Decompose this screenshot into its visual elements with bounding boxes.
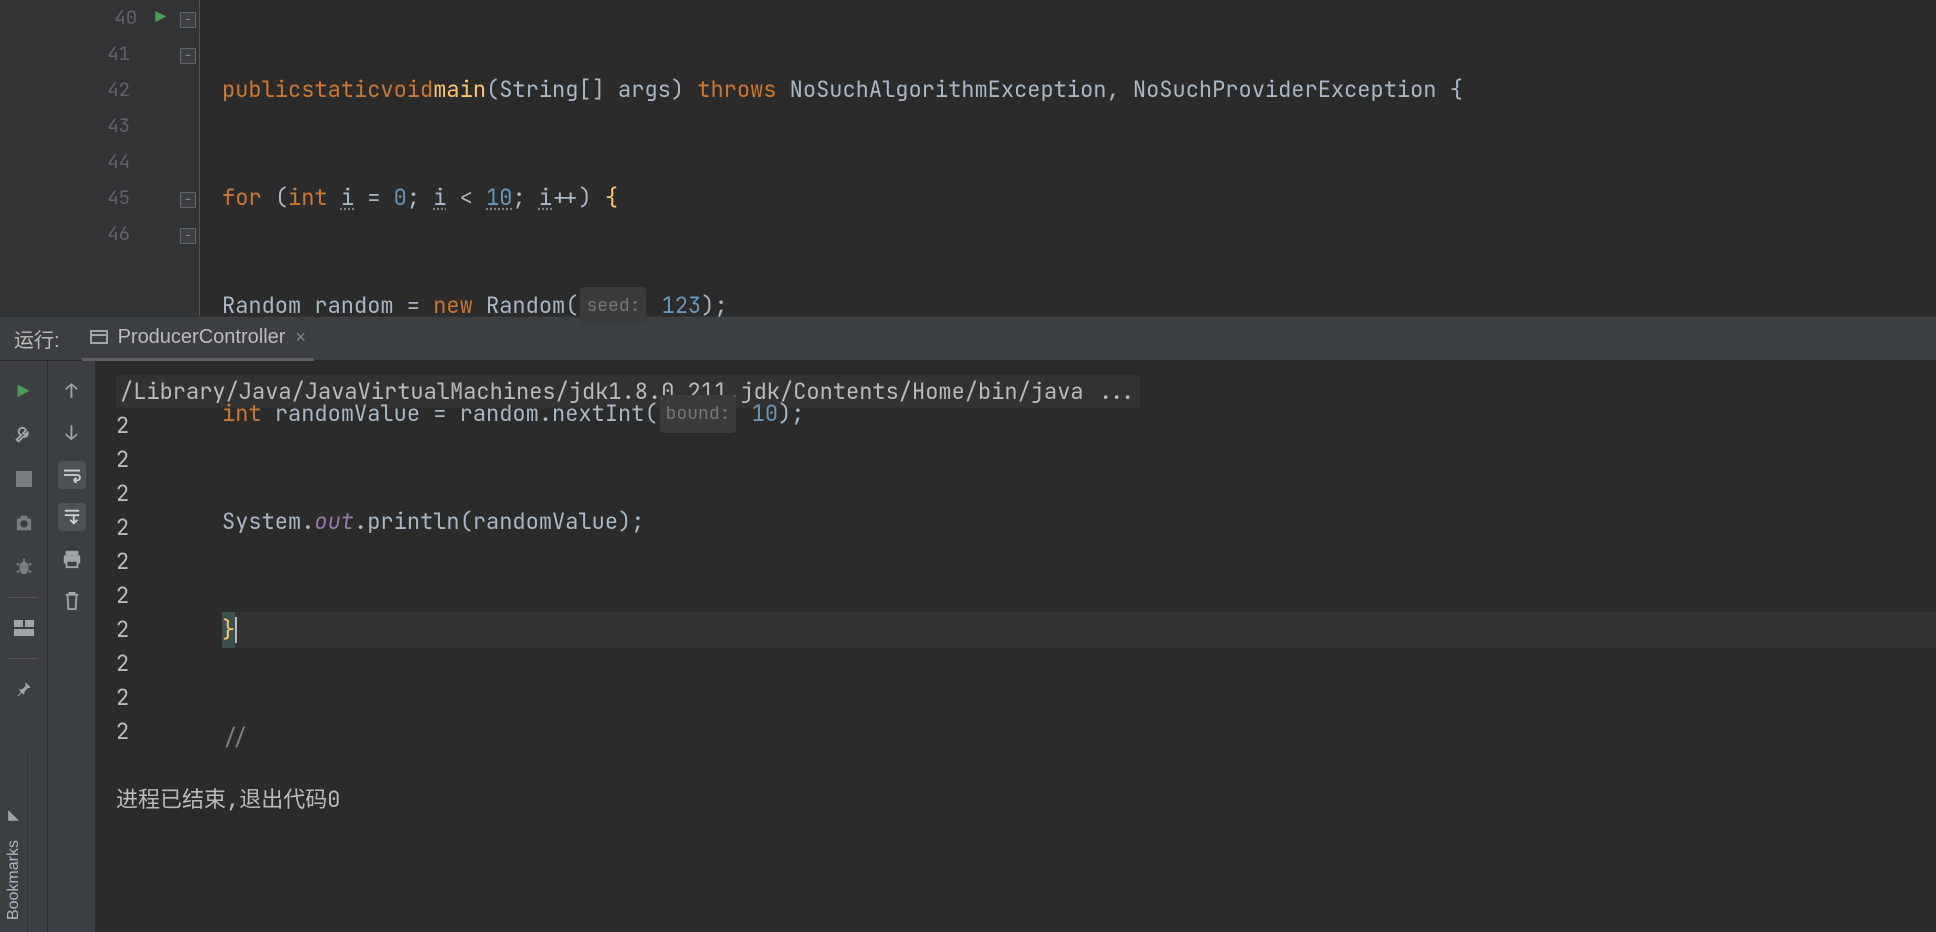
fold-marker-icon[interactable]: − <box>180 228 196 244</box>
line-number: 43 <box>102 108 130 144</box>
run-line-icon[interactable]: ▶ <box>155 0 166 36</box>
text-cursor <box>235 617 237 643</box>
fold-marker-icon[interactable]: − <box>180 192 196 208</box>
wrench-icon[interactable] <box>10 421 38 449</box>
code-line[interactable]: System.out.println(randomValue); <box>222 504 1936 540</box>
gutter-row[interactable]: 45 <box>28 180 176 216</box>
code-line[interactable]: Random random = new Random( seed: 123); <box>222 288 1936 324</box>
run-panel-title: 运行: <box>14 324 60 353</box>
fold-marker-icon[interactable]: − <box>180 48 196 64</box>
gutter-row[interactable]: 42 <box>28 72 176 108</box>
layout-icon[interactable] <box>10 614 38 642</box>
gutter-row[interactable]: 40 ▶ <box>28 0 176 36</box>
gutter-row[interactable]: 44 <box>28 144 176 180</box>
bug-icon[interactable] <box>10 553 38 581</box>
editor-pane: 40 ▶ 41 42 43 44 45 46 − − − − public sta… <box>0 0 1936 316</box>
line-number: 46 <box>102 216 130 252</box>
code-line[interactable]: int randomValue = random.nextInt( bound:… <box>222 396 1936 432</box>
line-number: 44 <box>102 144 130 180</box>
gutter-row[interactable]: 43 <box>28 108 176 144</box>
bookmarks-label: Bookmarks <box>5 840 23 920</box>
line-number: 42 <box>102 72 130 108</box>
gutter-row[interactable]: 46 <box>28 216 176 252</box>
code-editor[interactable]: public static void main(String[] args) t… <box>200 0 1936 316</box>
window-icon <box>90 330 108 344</box>
code-line[interactable]: for (int i = 0; i < 10; i++) { <box>222 180 1936 216</box>
print-icon[interactable] <box>58 545 86 573</box>
code-line[interactable]: public static void main(String[] args) t… <box>222 72 1936 108</box>
pin-icon[interactable] <box>10 675 38 703</box>
fold-column: − − − − <box>176 0 200 316</box>
bookmark-icon: ◣ <box>8 803 19 826</box>
up-arrow-icon[interactable]: ↑ <box>58 377 86 405</box>
line-number: 41 <box>102 36 130 72</box>
line-number: 40 <box>109 0 137 36</box>
gutter-row[interactable]: 41 <box>28 36 176 72</box>
scroll-end-icon[interactable] <box>58 503 86 531</box>
run-toolbar-right: ↑ ↓ <box>48 361 96 932</box>
down-arrow-icon[interactable]: ↓ <box>58 419 86 447</box>
code-line-current[interactable]: } <box>222 612 1936 648</box>
fold-marker-icon[interactable]: − <box>180 12 196 28</box>
rerun-icon[interactable]: ▶ <box>10 377 38 405</box>
gutter: 40 ▶ 41 42 43 44 45 46 <box>0 0 176 316</box>
trash-icon[interactable] <box>58 587 86 615</box>
bookmarks-tool-tab[interactable]: ◣ Bookmarks <box>0 752 28 932</box>
softwrap-icon[interactable] <box>58 461 86 489</box>
stop-icon[interactable] <box>10 465 38 493</box>
hint-seed: seed: <box>580 287 646 325</box>
camera-icon[interactable] <box>10 509 38 537</box>
hint-bound: bound: <box>660 395 737 433</box>
line-number: 45 <box>102 180 130 216</box>
code-line[interactable]: // <box>222 720 1936 756</box>
